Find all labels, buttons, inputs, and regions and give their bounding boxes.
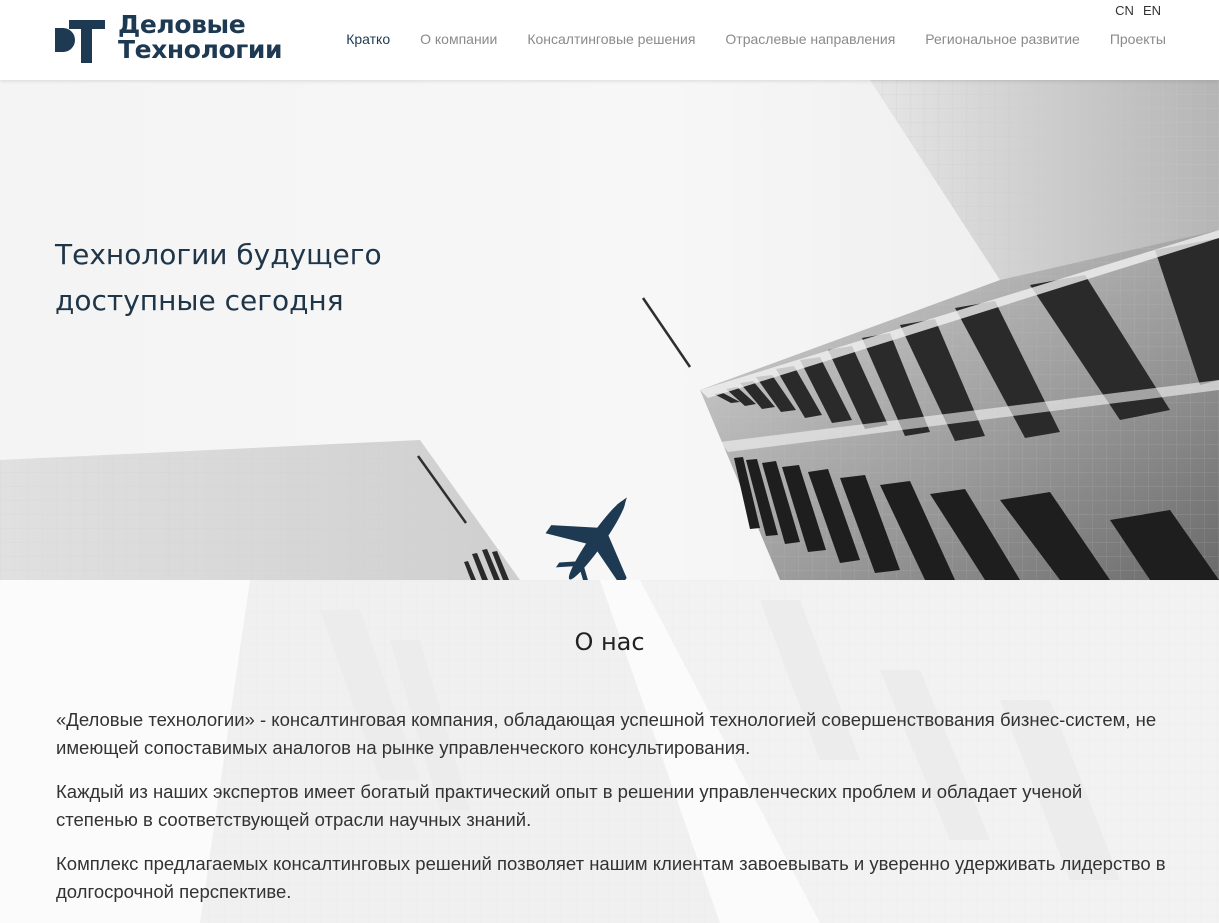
nav-item-industry-directions[interactable]: Отраслевые направления xyxy=(725,31,895,47)
hero-title-line-1: Технологии будущего xyxy=(55,238,382,271)
about-paragraph-3: Комплекс предлагаемых консалтинговых реш… xyxy=(56,853,1166,902)
hero-title: Технологии будущего доступные сегодня xyxy=(55,232,382,324)
company-logo[interactable]: Деловые Технологии xyxy=(55,10,285,65)
about-section: О нас «Деловые технологии» - консалтинго… xyxy=(0,580,1219,923)
nav-item-about-company[interactable]: О компании xyxy=(420,31,497,47)
nav-item-regional-development[interactable]: Региональное развитие xyxy=(925,31,1080,47)
lang-en-link[interactable]: EN xyxy=(1143,3,1161,18)
about-text: «Деловые технологии» - консалтинговая ко… xyxy=(56,706,1166,922)
hero-banner: Технологии будущего доступные сегодня xyxy=(0,80,1219,580)
about-paragraph-1: «Деловые технологии» - консалтинговая ко… xyxy=(56,709,1157,758)
logo-line-2: Технологии xyxy=(118,35,283,64)
about-paragraph-2: Каждый из наших экспертов имеет богатый … xyxy=(56,781,1083,830)
nav-item-consulting-solutions[interactable]: Консалтинговые решения xyxy=(527,31,695,47)
logo-wordmark: Деловые Технологии xyxy=(118,10,283,64)
hero-skyscraper-image xyxy=(0,80,1219,580)
main-nav: Кратко О компании Консалтинговые решения… xyxy=(346,31,1166,47)
language-switcher: CN EN xyxy=(1115,3,1161,18)
lang-cn-link[interactable]: CN xyxy=(1115,3,1134,18)
logo-line-1: Деловые xyxy=(118,10,246,39)
hero-title-line-2: доступные сегодня xyxy=(55,284,344,317)
about-title: О нас xyxy=(574,628,645,656)
nav-item-kratko[interactable]: Кратко xyxy=(346,31,390,47)
site-header: Деловые Технологии CN EN Кратко О компан… xyxy=(0,0,1219,80)
nav-item-projects[interactable]: Проекты xyxy=(1110,31,1166,47)
logo-mark-icon xyxy=(55,20,105,63)
